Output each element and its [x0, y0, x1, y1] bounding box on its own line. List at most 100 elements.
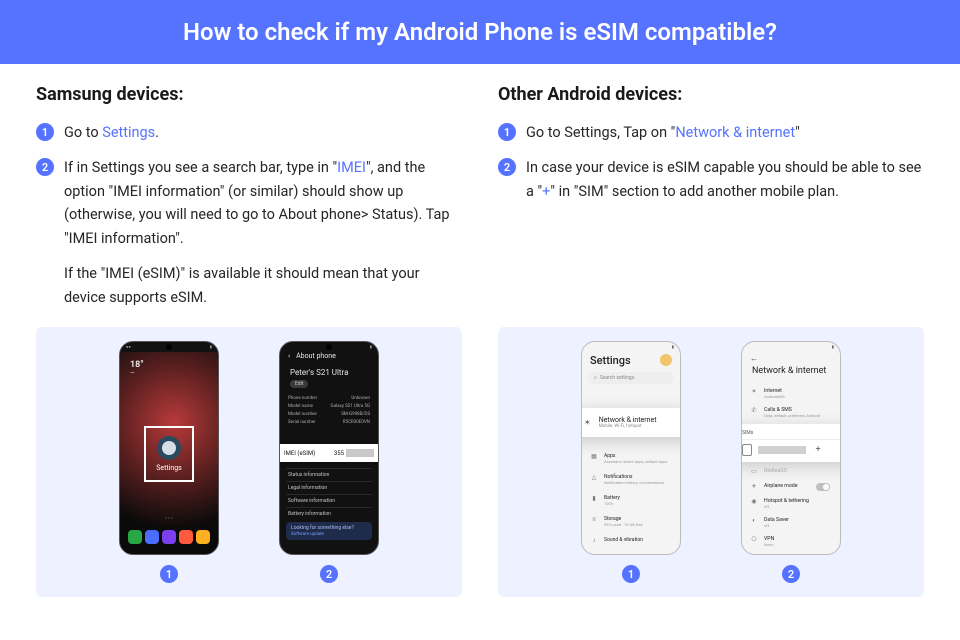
network-internet-title: Network & internet	[752, 366, 826, 376]
back-icon: ‹	[288, 352, 290, 360]
battery-icon: ▮	[590, 495, 598, 503]
edit-button: Edit	[290, 380, 308, 388]
sound-icon: ♪	[590, 537, 598, 545]
list-item: Software information	[286, 494, 372, 507]
search-settings-bar: ⌕ Search settings	[588, 372, 674, 384]
camera-notch	[166, 344, 172, 350]
step-body: Go to Settings.	[64, 121, 159, 144]
step-body: Go to Settings, Tap on "Network & intern…	[526, 121, 800, 144]
samsung-heading: Samsung devices:	[36, 84, 462, 105]
samsung-steps: 1 Go to Settings. 2 If in Settings you s…	[36, 121, 462, 309]
airplane-icon: ✈	[750, 483, 758, 490]
settings-title: Settings	[590, 354, 631, 367]
list-item: Battery information	[286, 507, 372, 520]
other-column: Other Android devices: 1 Go to Settings,…	[498, 84, 924, 321]
about-phone-topbar: ‹ About phone	[280, 352, 378, 360]
imei-masked	[346, 449, 374, 457]
android-phone-settings: ▮ Settings ⌕ Search settings ✶ Network &…	[581, 341, 681, 555]
settings-icon-highlight: Settings	[144, 426, 194, 482]
caption-badge: 2	[320, 565, 338, 583]
apps-icon: ▦	[590, 453, 598, 461]
step-body: In case your device is eSIM capable you …	[526, 156, 924, 203]
caption-badge: 2	[782, 565, 800, 583]
list-item-sub: None	[764, 542, 774, 547]
device-name: Peter's S21 Ultra	[290, 368, 348, 377]
list-item-sub: Assistant, recent apps, default apps	[604, 459, 667, 464]
caption-badge: 1	[160, 565, 178, 583]
list-item-title: Hotspot & tethering	[764, 498, 809, 504]
info-key: Serial number	[288, 420, 316, 425]
samsung-phone-about: ▮ ‹ About phone Peter's S21 Ultra Edit P…	[279, 341, 379, 555]
status-bar: ▮	[582, 342, 680, 352]
settings-label: Settings	[156, 464, 182, 472]
samsung-screenshots: ●●▮ 18° — Settings • • •	[36, 327, 462, 597]
other-step-2: 2 In case your device is eSIM capable yo…	[498, 156, 924, 203]
network-internet-link[interactable]: Network & internet	[675, 124, 795, 141]
info-val: SM-G998B/DS	[341, 412, 370, 417]
toggle-icon	[816, 483, 830, 491]
list-item-sub: 100%	[604, 501, 620, 506]
imei-prefix: 355	[334, 450, 344, 457]
imei-link[interactable]: IMEI	[337, 159, 366, 176]
dock-app-icon	[196, 530, 210, 544]
camera-notch	[326, 344, 332, 350]
step-text: If in Settings you see a search bar, typ…	[64, 159, 337, 176]
sims-label: SIMs	[742, 430, 840, 436]
dock-app-icon	[162, 530, 176, 544]
list-item-title: Sound & vibration	[604, 537, 643, 543]
caption-row: 1 2	[119, 565, 379, 583]
caption-badge: 1	[622, 565, 640, 583]
info-val: Galaxy S21 Ultra 5G	[331, 404, 370, 409]
other-screenshots: ▮ Settings ⌕ Search settings ✶ Network &…	[498, 327, 924, 597]
android-phone-network: ▮ ← Network & internet ✶InternetAndroidW…	[741, 341, 841, 555]
list-item-sub: off	[764, 504, 809, 509]
dock-app-icon	[128, 530, 142, 544]
page-indicator: • • •	[120, 516, 218, 522]
imei-label: IMEI (eSIM)	[284, 450, 315, 457]
back-icon: ←	[750, 354, 758, 363]
network-list: ✶InternetAndroidWifi ✆Calls & SMSData, d…	[750, 384, 834, 422]
screenshots-row: ●●▮ 18° — Settings • • •	[0, 327, 960, 597]
list-item: Status information	[286, 468, 372, 481]
looking-title: Looking for something else?	[291, 525, 367, 531]
step-number-badge: 1	[36, 123, 54, 141]
step-number-badge: 2	[498, 158, 516, 176]
other-step-1: 1 Go to Settings, Tap on "Network & inte…	[498, 121, 924, 144]
sim-name-masked	[758, 446, 806, 454]
step-text: " in "SIM" section to add another mobile…	[550, 183, 839, 200]
step-text: Go to Settings, Tap on "	[526, 124, 675, 141]
profile-avatar-icon	[660, 354, 672, 366]
sims-card-highlight: SIMs +	[741, 424, 841, 462]
samsung-step-1: 1 Go to Settings.	[36, 121, 462, 144]
weather-temp: 18°	[130, 360, 144, 370]
wifi-icon: ✶	[584, 418, 591, 427]
samsung-phone-home: ●●▮ 18° — Settings • • •	[119, 341, 219, 555]
about-secondary-list: Status information Legal information Sof…	[286, 468, 372, 520]
network-list-lower: ▭RedteaGO ✈Airplane mode ◉Hotspot & teth…	[750, 464, 834, 555]
notifications-icon: △	[590, 474, 598, 482]
sim-icon	[742, 444, 752, 456]
instructions-columns: Samsung devices: 1 Go to Settings. 2 If …	[0, 64, 960, 321]
gear-icon	[157, 436, 181, 460]
phone-icon: ✆	[750, 407, 758, 414]
add-sim-plus-icon: +	[812, 445, 824, 455]
vpn-icon: ⎔	[750, 536, 758, 543]
step-text: If the "IMEI (eSIM)" is available it sho…	[64, 262, 462, 309]
page-header: How to check if my Android Phone is eSIM…	[0, 0, 960, 64]
status-bar: ▮	[742, 342, 840, 352]
search-icon: ⌕	[594, 375, 597, 381]
settings-list: ▦AppsAssistant, recent apps, default app…	[590, 448, 676, 550]
info-key: Model name	[288, 404, 313, 409]
dock-app-icon	[179, 530, 193, 544]
caption-row: 1 2	[581, 565, 841, 583]
step-text: .	[155, 124, 159, 141]
step-text: "	[795, 124, 800, 141]
storage-icon: ≡	[590, 516, 598, 524]
info-key: Phone number	[288, 396, 317, 401]
info-val: Unknown	[351, 396, 370, 401]
settings-link[interactable]: Settings	[102, 124, 155, 141]
hotspot-icon: ◉	[750, 498, 758, 505]
step-text: Go to	[64, 124, 102, 141]
device-info-list: Phone number Unknown Model name Galaxy S21…	[286, 394, 372, 426]
info-key: Model number	[288, 412, 317, 417]
